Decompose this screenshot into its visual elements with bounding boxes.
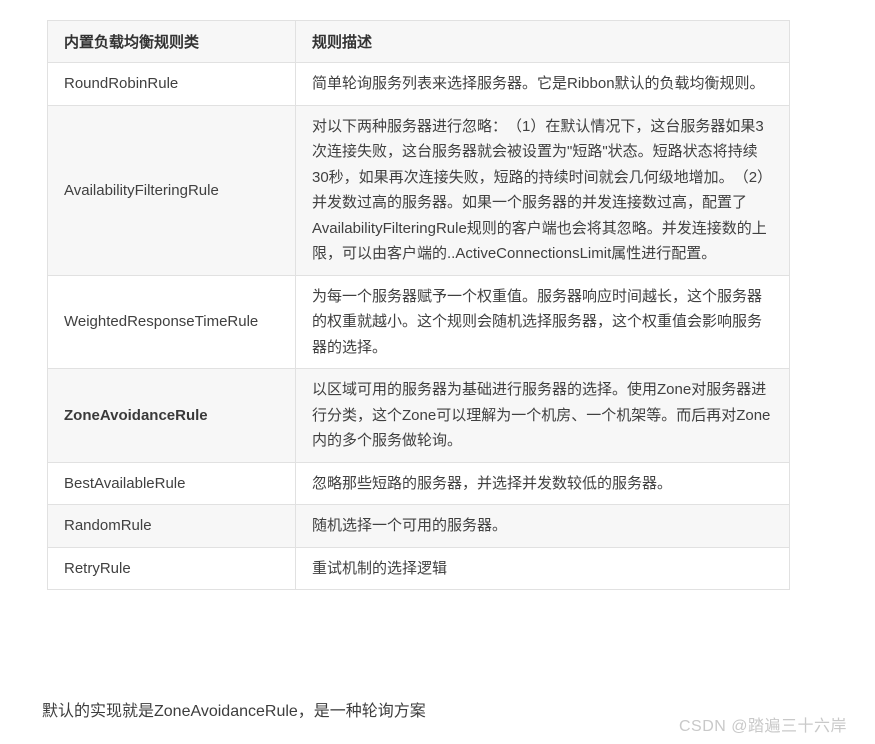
rule-name: BestAvailableRule [47, 461, 296, 505]
table-row-weightedresponsetimerule: WeightedResponseTimeRule 为每一个服务器赋予一个权重值。… [47, 274, 790, 369]
header-rule-class: 内置负载均衡规则类 [47, 20, 296, 63]
header-rule-description: 规则描述 [295, 20, 790, 63]
rule-description: 重试机制的选择逻辑 [295, 546, 790, 590]
rule-description: 对以下两种服务器进行忽略： （1）在默认情况下，这台服务器如果3次连接失败，这台… [295, 104, 790, 276]
default-implementation-note: 默认的实现就是ZoneAvoidanceRule，是一种轮询方案 [42, 703, 426, 720]
table-header-row: 内置负载均衡规则类 规则描述 [47, 20, 790, 63]
table-row-availabilityfilteringrule: AvailabilityFilteringRule 对以下两种服务器进行忽略： … [47, 104, 790, 276]
csdn-watermark: CSDN @踏遍三十六岸 [678, 718, 847, 735]
table-row-bestavailablerule: BestAvailableRule 忽略那些短路的服务器，并选择并发数较低的服务… [47, 461, 790, 505]
rule-name: RetryRule [47, 546, 296, 590]
rule-name: WeightedResponseTimeRule [47, 274, 296, 369]
table-row-randomrule: RandomRule 随机选择一个可用的服务器。 [47, 504, 790, 548]
rule-description: 以区域可用的服务器为基础进行服务器的选择。使用Zone对服务器进行分类，这个Zo… [295, 368, 790, 463]
load-balancing-rules-table: 内置负载均衡规则类 规则描述 RoundRobinRule 简单轮询服务列表来选… [47, 20, 790, 590]
rule-description: 随机选择一个可用的服务器。 [295, 504, 790, 548]
rule-description: 忽略那些短路的服务器，并选择并发数较低的服务器。 [295, 461, 790, 505]
rule-name: AvailabilityFilteringRule [47, 104, 296, 276]
rule-name: RandomRule [47, 504, 296, 548]
rule-name: RoundRobinRule [47, 62, 296, 106]
table-row-retryrule: RetryRule 重试机制的选择逻辑 [47, 546, 790, 590]
rule-name: ZoneAvoidanceRule [47, 368, 296, 463]
table-row-zoneavoidancerule: ZoneAvoidanceRule 以区域可用的服务器为基础进行服务器的选择。使… [47, 368, 790, 463]
rule-description: 简单轮询服务列表来选择服务器。它是Ribbon默认的负载均衡规则。 [295, 62, 790, 106]
rule-description: 为每一个服务器赋予一个权重值。服务器响应时间越长，这个服务器的权重就越小。这个规… [295, 274, 790, 369]
blog-content-area: 内置负载均衡规则类 规则描述 RoundRobinRule 简单轮询服务列表来选… [0, 0, 875, 744]
table-row-roundrobinrule: RoundRobinRule 简单轮询服务列表来选择服务器。它是Ribbon默认… [47, 62, 790, 106]
